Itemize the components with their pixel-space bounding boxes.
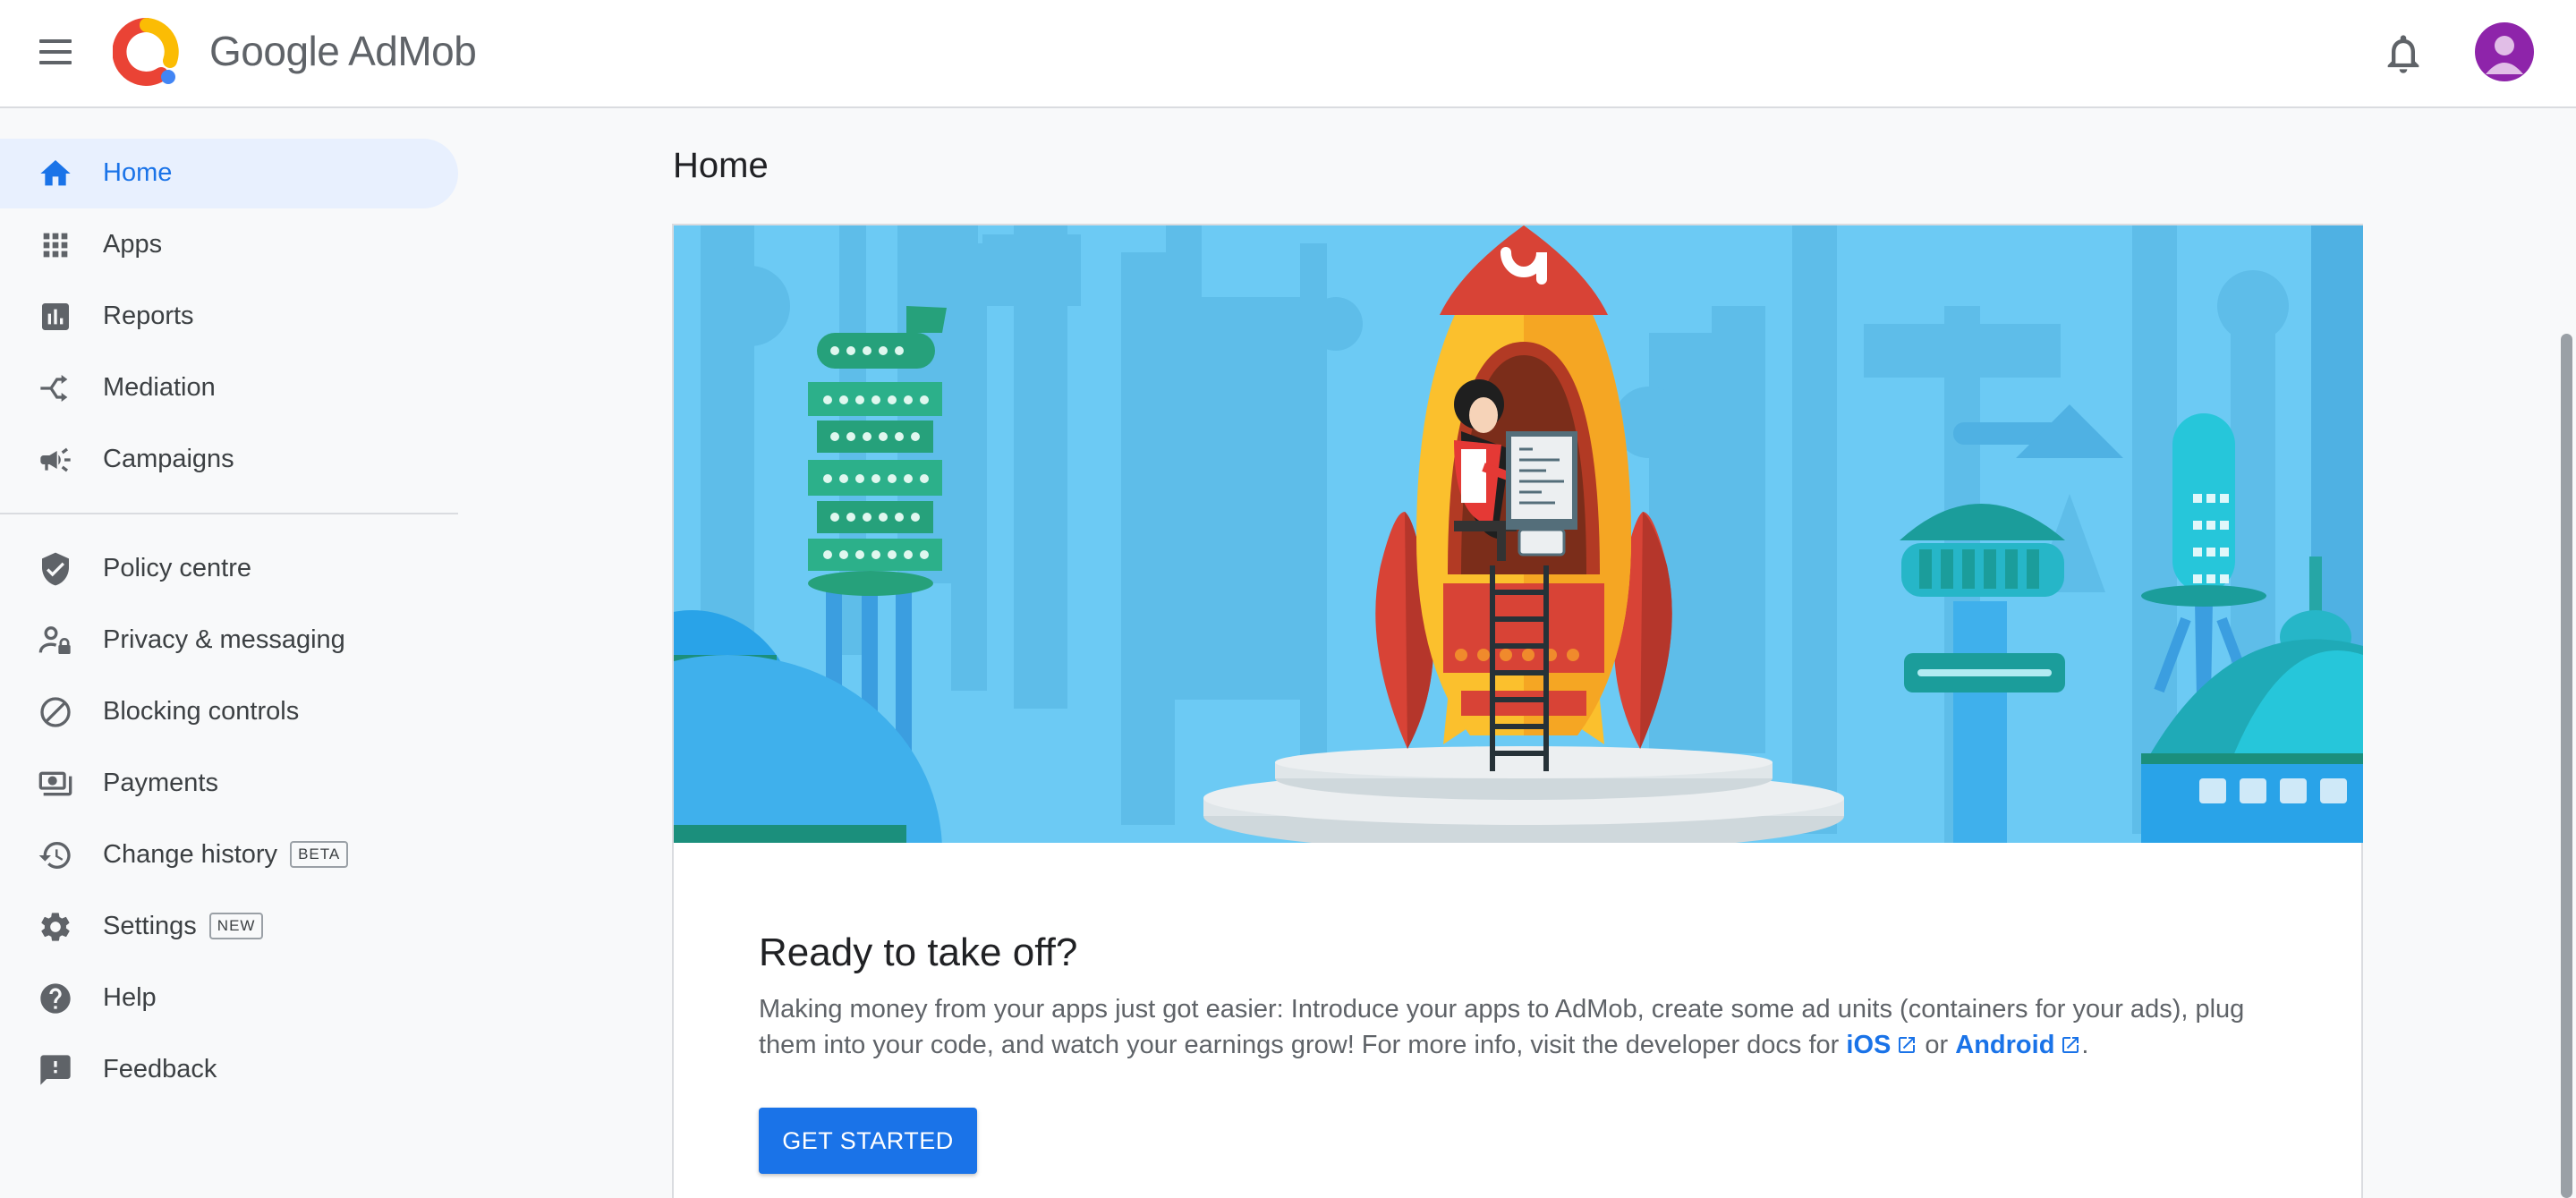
nav-label: Feedback [103, 1055, 217, 1083]
open-in-new-icon [1899, 1037, 1916, 1053]
beta-badge: BETA [290, 841, 349, 868]
nav-reports[interactable]: Reports [0, 282, 458, 352]
page-title: Home [673, 146, 769, 185]
nav-apps[interactable]: Apps [0, 210, 458, 280]
rocket-launch-illustration [674, 225, 2363, 843]
person-privacy-icon [38, 626, 71, 654]
welcome-card: Ready to take off? Making money from you… [672, 224, 2363, 1198]
shield-check-icon [42, 552, 69, 586]
nav-label: Mediation [103, 373, 216, 402]
nav-label: Blocking controls [103, 697, 300, 726]
android-link-text: Android [1955, 1031, 2055, 1059]
nav-label-text: Change history [103, 840, 278, 869]
nav-label: Payments [103, 769, 218, 797]
nav-policy-centre[interactable]: Policy centre [0, 534, 458, 604]
account-avatar[interactable] [2475, 22, 2534, 81]
avatar-person-icon [2486, 36, 2523, 74]
home-icon [40, 160, 71, 186]
nav-label: Privacy & messaging [103, 625, 345, 654]
new-badge: NEW [208, 913, 264, 939]
mediation-icon [40, 375, 68, 402]
nav-home[interactable]: Home [0, 139, 458, 208]
nav-payments[interactable]: Payments [0, 749, 458, 819]
nav-mediation[interactable]: Mediation [0, 353, 458, 423]
page-scrollbar[interactable] [2557, 110, 2576, 1198]
admob-logo[interactable] [113, 18, 181, 86]
nav-label: Help [103, 983, 157, 1012]
card-heading: Ready to take off? [759, 930, 1078, 974]
nav-campaigns[interactable]: Campaigns [0, 425, 458, 495]
apps-grid-icon [43, 233, 68, 258]
nav-label: Settings NEW [103, 912, 264, 941]
nav-label: Apps [103, 230, 163, 259]
nav-label: Reports [103, 302, 194, 330]
open-in-new-icon [2062, 1037, 2079, 1053]
product-name: Google AdMob [209, 27, 477, 75]
help-icon [40, 983, 71, 1014]
menu-icon[interactable] [36, 30, 79, 73]
android-docs-link[interactable]: Android [1955, 1031, 2081, 1059]
nav-help[interactable]: Help [0, 964, 458, 1033]
ios-link-text: iOS [1846, 1031, 1892, 1059]
get-started-button[interactable]: GET STARTED [759, 1108, 977, 1174]
card-description: Making money from your apps just got eas… [759, 991, 2298, 1063]
navigation-sidebar: Home Apps Reports Mediation Campaigns Po… [0, 110, 460, 1198]
history-icon [38, 842, 71, 869]
block-icon [40, 697, 71, 727]
sidebar-divider [0, 513, 458, 514]
nav-feedback[interactable]: Feedback [0, 1035, 458, 1105]
nav-settings[interactable]: Settings NEW [0, 892, 458, 962]
settings-gear-icon [41, 913, 70, 941]
bar-chart-icon [42, 303, 69, 330]
top-app-bar: Google AdMob [0, 0, 2576, 108]
brand-google: Google [209, 28, 340, 74]
nav-label: Change history BETA [103, 840, 349, 870]
ios-docs-link[interactable]: iOS [1846, 1031, 1917, 1059]
megaphone-icon [40, 447, 71, 472]
notifications-bell-icon[interactable] [2380, 30, 2427, 77]
payments-icon [38, 771, 72, 796]
nav-change-history[interactable]: Change history BETA [0, 820, 458, 890]
card-text-or: or [1917, 1031, 1956, 1059]
nav-privacy-messaging[interactable]: Privacy & messaging [0, 606, 458, 675]
feedback-icon [40, 1055, 71, 1085]
nav-label: Campaigns [103, 445, 234, 473]
brand-admob: AdMob [348, 28, 477, 74]
nav-label-text: Settings [103, 912, 197, 940]
nav-blocking-controls[interactable]: Blocking controls [0, 677, 458, 747]
nav-label: Policy centre [103, 554, 252, 582]
nav-label: Home [103, 158, 173, 187]
scrollbar-thumb[interactable] [2561, 334, 2572, 1198]
card-text-end: . [2081, 1031, 2089, 1059]
